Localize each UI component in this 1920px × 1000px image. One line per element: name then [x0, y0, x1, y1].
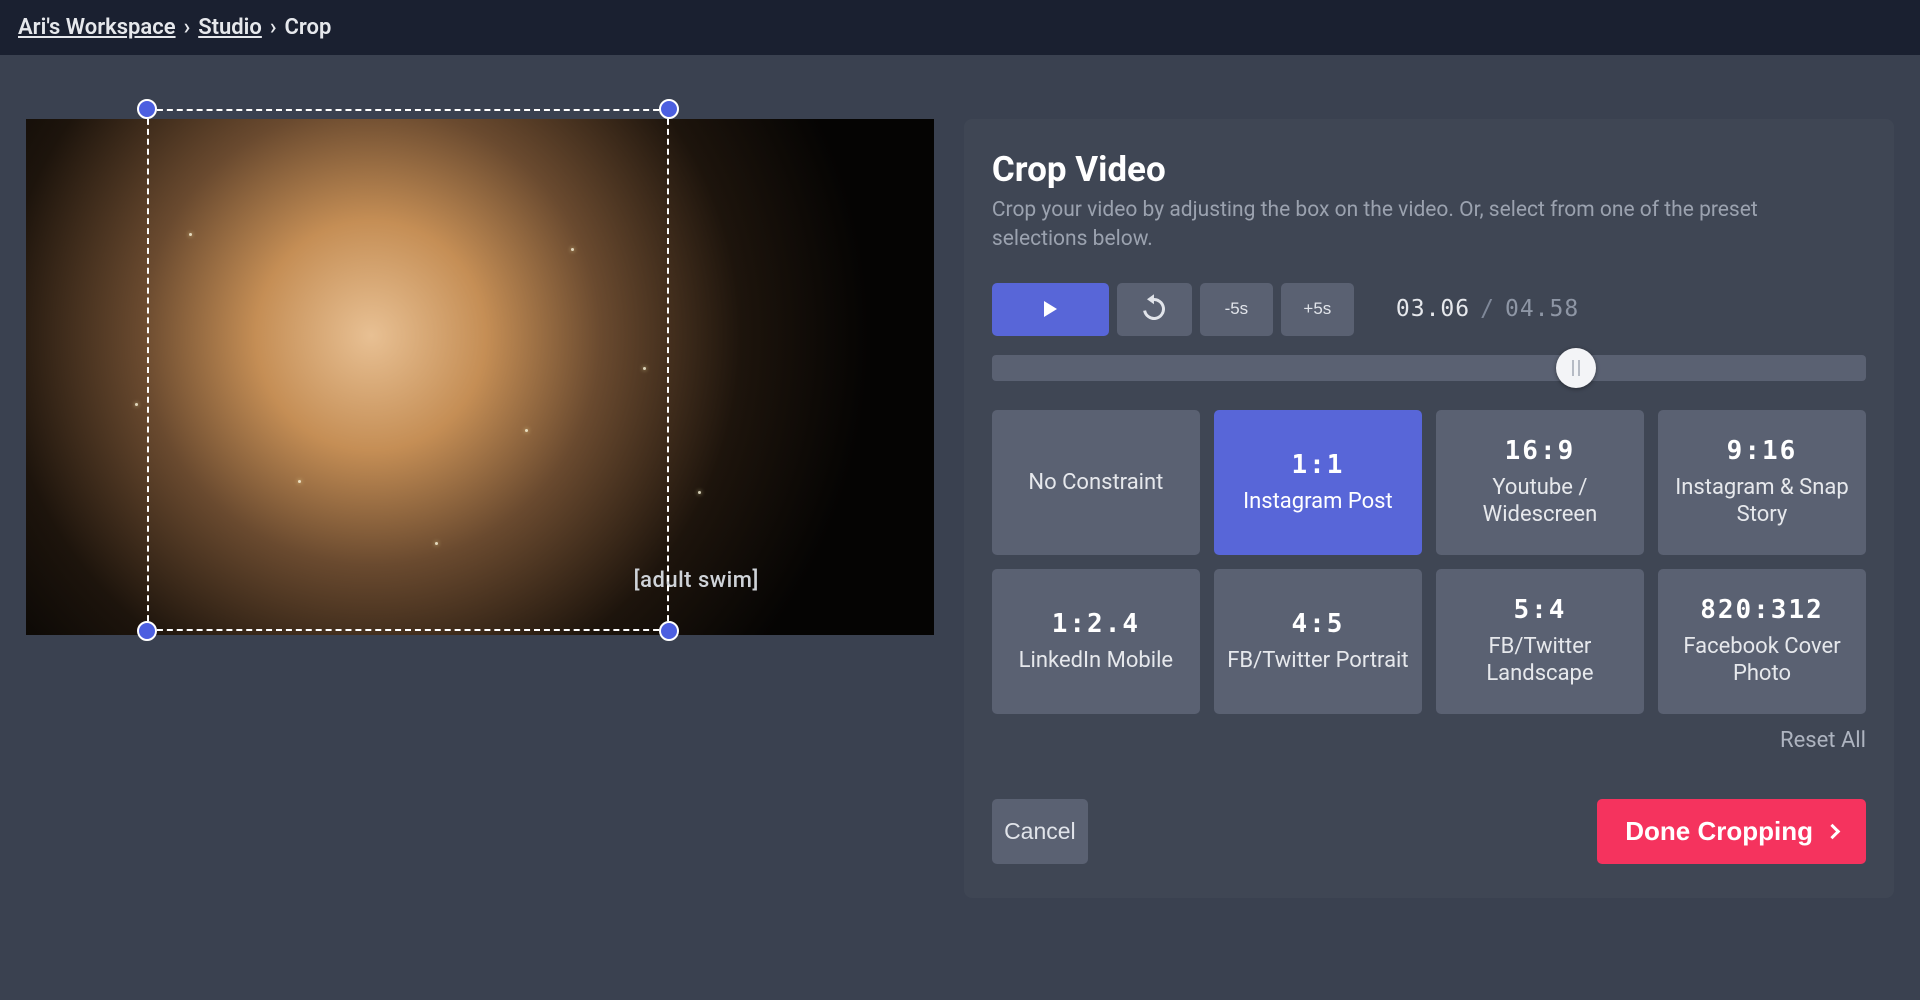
- preset-820-312[interactable]: 820:312 Facebook Cover Photo: [1658, 569, 1866, 714]
- rewind-icon: [1139, 294, 1170, 325]
- preset-label: Youtube / Widescreen: [1448, 474, 1632, 529]
- breadcrumb-separator: ›: [270, 15, 277, 40]
- time-current: 03.06: [1396, 296, 1470, 322]
- preset-label: FB/Twitter Landscape: [1448, 633, 1632, 688]
- panel-subtitle: Crop your video by adjusting the box on …: [992, 196, 1812, 255]
- video-preview[interactable]: [adult swim]: [26, 119, 934, 635]
- breadcrumb: Ari's Workspace › Studio › Crop: [0, 0, 1920, 55]
- slider-thumb[interactable]: [1556, 348, 1596, 388]
- time-display: 03.06/04.58: [1396, 296, 1579, 322]
- crop-panel: Crop Video Crop your video by adjusting …: [964, 119, 1894, 898]
- panel-title: Crop Video: [992, 149, 1866, 190]
- preset-5-4[interactable]: 5:4 FB/Twitter Landscape: [1436, 569, 1644, 714]
- preset-ratio: 4:5: [1291, 609, 1344, 639]
- crop-handle-top-right[interactable]: [659, 99, 679, 119]
- done-cropping-label: Done Cropping: [1625, 816, 1813, 847]
- preset-label: Instagram & Snap Story: [1670, 474, 1854, 529]
- crop-handle-bottom-left[interactable]: [137, 621, 157, 641]
- preset-label: Instagram Post: [1243, 488, 1393, 516]
- preset-label: FB/Twitter Portrait: [1227, 647, 1408, 675]
- crop-handle-bottom-right[interactable]: [659, 621, 679, 641]
- preset-none[interactable]: No Constraint: [992, 410, 1200, 555]
- forward-5s-button[interactable]: +5s: [1281, 283, 1354, 336]
- preset-grid: No Constraint 1:1 Instagram Post 16:9 Youtub…: [992, 410, 1866, 714]
- preset-ratio: 9:16: [1727, 436, 1798, 466]
- preset-16-9[interactable]: 16:9 Youtube / Widescreen: [1436, 410, 1644, 555]
- breadcrumb-workspace[interactable]: Ari's Workspace: [18, 15, 176, 40]
- play-button[interactable]: [992, 283, 1109, 336]
- preset-4-5[interactable]: 4:5 FB/Twitter Portrait: [1214, 569, 1422, 714]
- crop-handle-top-left[interactable]: [137, 99, 157, 119]
- back-5s-button[interactable]: -5s: [1200, 283, 1273, 336]
- cancel-button[interactable]: Cancel: [992, 799, 1088, 864]
- chevron-right-icon: [1825, 824, 1841, 840]
- preset-ratio: 1:2.4: [1052, 609, 1140, 639]
- done-cropping-button[interactable]: Done Cropping: [1597, 799, 1866, 864]
- preset-label: No Constraint: [1028, 469, 1163, 497]
- playback-controls: -5s +5s 03.06/04.58: [992, 283, 1866, 336]
- preset-1-1[interactable]: 1:1 Instagram Post: [1214, 410, 1422, 555]
- preset-ratio: 1:1: [1291, 450, 1344, 480]
- breadcrumb-studio[interactable]: Studio: [198, 15, 262, 40]
- video-frame: [26, 119, 934, 635]
- preset-ratio: 5:4: [1513, 595, 1566, 625]
- slider-track: [992, 355, 1866, 381]
- breadcrumb-separator: ›: [184, 15, 191, 40]
- play-icon: [1044, 301, 1057, 317]
- preset-1-2-4[interactable]: 1:2.4 LinkedIn Mobile: [992, 569, 1200, 714]
- preset-label: LinkedIn Mobile: [1019, 647, 1173, 675]
- scrub-slider[interactable]: [992, 354, 1866, 382]
- video-watermark: [adult swim]: [634, 568, 759, 593]
- time-total: 04.58: [1505, 296, 1579, 322]
- reset-all-link[interactable]: Reset All: [1780, 728, 1866, 753]
- preset-ratio: 16:9: [1505, 436, 1576, 466]
- preset-ratio: 820:312: [1700, 595, 1824, 625]
- preset-label: Facebook Cover Photo: [1670, 633, 1854, 688]
- breadcrumb-current: Crop: [285, 15, 332, 40]
- preset-9-16[interactable]: 9:16 Instagram & Snap Story: [1658, 410, 1866, 555]
- restart-button[interactable]: [1117, 283, 1192, 336]
